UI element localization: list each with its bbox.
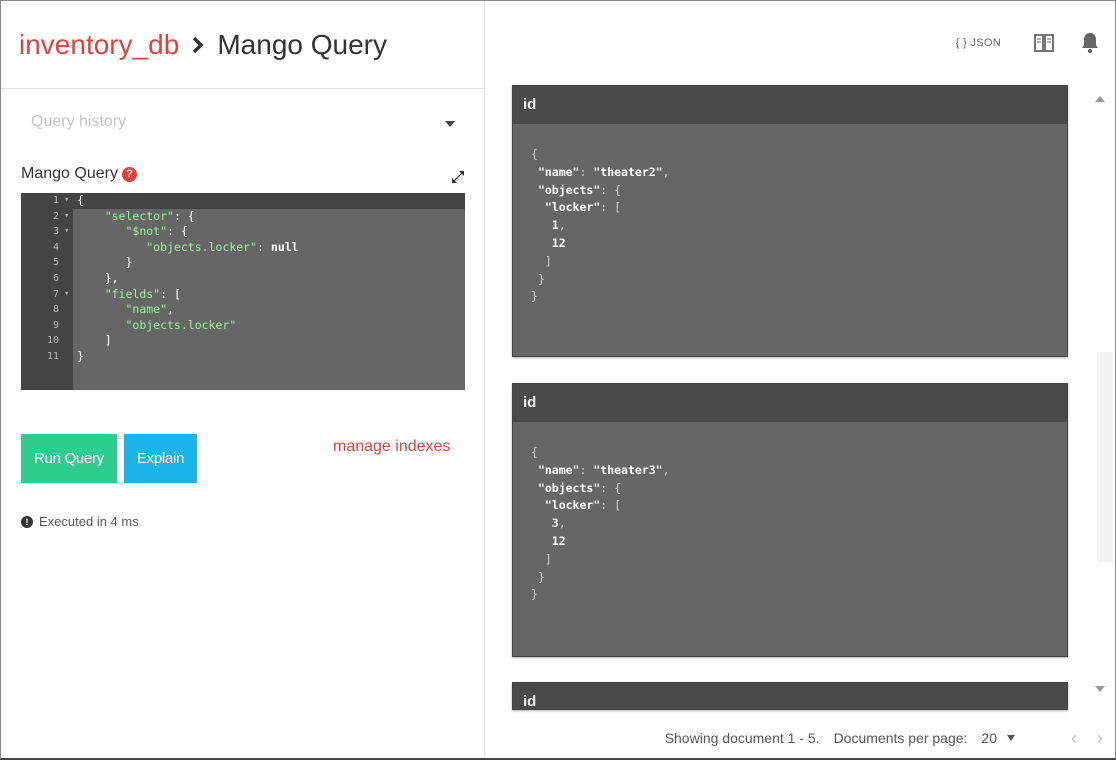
result-name-value: theater3 xyxy=(600,462,656,477)
query-history-select[interactable]: Query history xyxy=(31,113,461,139)
line-number: 11 xyxy=(46,350,59,362)
editor-line: 10 ] xyxy=(21,333,465,349)
line-number: 6 xyxy=(52,272,59,284)
header-toolbar: { } JSON xyxy=(485,1,1115,85)
line-number: 9 xyxy=(52,319,59,331)
caret-down-icon xyxy=(445,121,455,127)
manage-indexes-link[interactable]: manage indexes xyxy=(333,438,450,456)
result-card: id xyxy=(512,682,1068,710)
mango-query-label-text: Mango Query xyxy=(21,165,118,182)
editor-line: 3 ▾ "$not": { xyxy=(21,224,465,240)
code-text: "$not": { xyxy=(125,224,188,239)
editor-line: 9 "objects.locker" xyxy=(21,318,465,334)
scroll-up-icon[interactable] xyxy=(1095,96,1105,102)
editor-line: 8 "name", xyxy=(21,302,465,318)
editor-line: 4 "objects.locker": null xyxy=(21,240,465,256)
fold-arrow-icon[interactable]: ▾ xyxy=(64,287,69,303)
fold-arrow-icon[interactable]: ▾ xyxy=(64,193,69,209)
fold-arrow-icon[interactable]: ▾ xyxy=(64,209,69,225)
results-scrollbar[interactable] xyxy=(1089,90,1113,710)
code-text: "objects.locker" xyxy=(125,317,237,332)
result-card: id { "name": "theater3", "objects": { "l… xyxy=(512,383,1068,657)
editor-line: 5 } xyxy=(21,255,465,271)
code-text: }, xyxy=(77,270,119,285)
execution-status: ! Executed in 4 ms xyxy=(21,514,139,529)
pagination-footer: Showing document 1 - 5. Documents per pa… xyxy=(485,717,1115,758)
editor-line: 6 }, xyxy=(21,271,465,287)
code-text: "selector": { xyxy=(104,208,195,223)
result-card-header[interactable]: id xyxy=(513,683,1067,709)
previous-page-icon[interactable]: ‹ xyxy=(1071,728,1077,749)
notification-bell-icon[interactable] xyxy=(1079,32,1101,54)
query-history-placeholder: Query history xyxy=(31,113,127,130)
line-number: 10 xyxy=(46,335,59,347)
result-name-value: theater2 xyxy=(600,164,656,179)
editor-line: 1 ▾{ xyxy=(21,193,465,209)
line-number: 8 xyxy=(52,304,59,316)
code-text: } xyxy=(77,348,84,363)
per-page-label: Documents per page: xyxy=(833,730,968,746)
json-view-link[interactable]: { } JSON xyxy=(956,37,1001,49)
code-text: "name", xyxy=(125,302,174,317)
explain-button[interactable]: Explain xyxy=(124,434,197,483)
code-text: "objects.locker": null xyxy=(146,239,299,254)
code-text: ] xyxy=(77,333,112,348)
line-number: 4 xyxy=(52,241,59,253)
result-card: id { "name": "theater2", "objects": { "l… xyxy=(512,85,1068,357)
fold-arrow-icon[interactable]: ▾ xyxy=(64,224,69,240)
showing-documents-text: Showing document 1 - 5. xyxy=(664,730,820,746)
locker-value: 3 xyxy=(551,516,559,531)
breadcrumb: inventory_db Mango Query xyxy=(1,1,485,89)
result-card-header[interactable]: id xyxy=(513,86,1067,124)
caret-down-icon[interactable] xyxy=(1007,735,1015,741)
code-text: "fields": [ xyxy=(104,286,181,301)
code-text: } xyxy=(77,255,133,270)
next-page-icon[interactable]: › xyxy=(1097,728,1103,749)
execution-time-text: Executed in 4 ms xyxy=(39,514,139,529)
result-card-header[interactable]: id xyxy=(513,384,1067,422)
editor-lines: 1 ▾{2 ▾ "selector": {3 ▾ "$not": {4 "object… xyxy=(21,193,465,365)
per-page-select[interactable]: 20 xyxy=(981,730,997,746)
scroll-thumb[interactable] xyxy=(1097,352,1113,562)
documentation-book-icon[interactable] xyxy=(1033,32,1055,54)
locker-value: 1 xyxy=(551,218,559,233)
app-frame: inventory_db Mango Query { } JSON Query … xyxy=(0,0,1116,760)
help-icon[interactable]: ? xyxy=(121,166,137,182)
query-pane xyxy=(1,90,485,758)
editor-line: 2 ▾ "selector": { xyxy=(21,209,465,225)
scroll-down-icon[interactable] xyxy=(1095,686,1105,692)
run-query-button[interactable]: Run Query xyxy=(21,434,117,483)
page-title: Mango Query xyxy=(217,28,387,60)
result-card-body: { "name": "theater3", "objects": { "lock… xyxy=(531,445,670,602)
locker-value: 12 xyxy=(551,235,566,250)
chevron-right-icon xyxy=(191,36,205,54)
line-number: 5 xyxy=(52,257,59,269)
info-icon: ! xyxy=(21,515,33,528)
mango-query-label: Mango Query ? xyxy=(21,165,137,183)
code-text: { xyxy=(77,193,84,207)
query-editor[interactable]: 1 ▾{2 ▾ "selector": {3 ▾ "$not": {4 "object… xyxy=(21,193,465,390)
editor-line: 7 ▾ "fields": [ xyxy=(21,287,465,303)
result-card-body: { "name": "theater2", "objects": { "lock… xyxy=(531,147,670,304)
expand-editor-icon[interactable] xyxy=(451,170,465,184)
breadcrumb-database-link[interactable]: inventory_db xyxy=(19,29,179,61)
locker-value: 12 xyxy=(551,533,566,548)
editor-line: 11} xyxy=(21,349,465,365)
